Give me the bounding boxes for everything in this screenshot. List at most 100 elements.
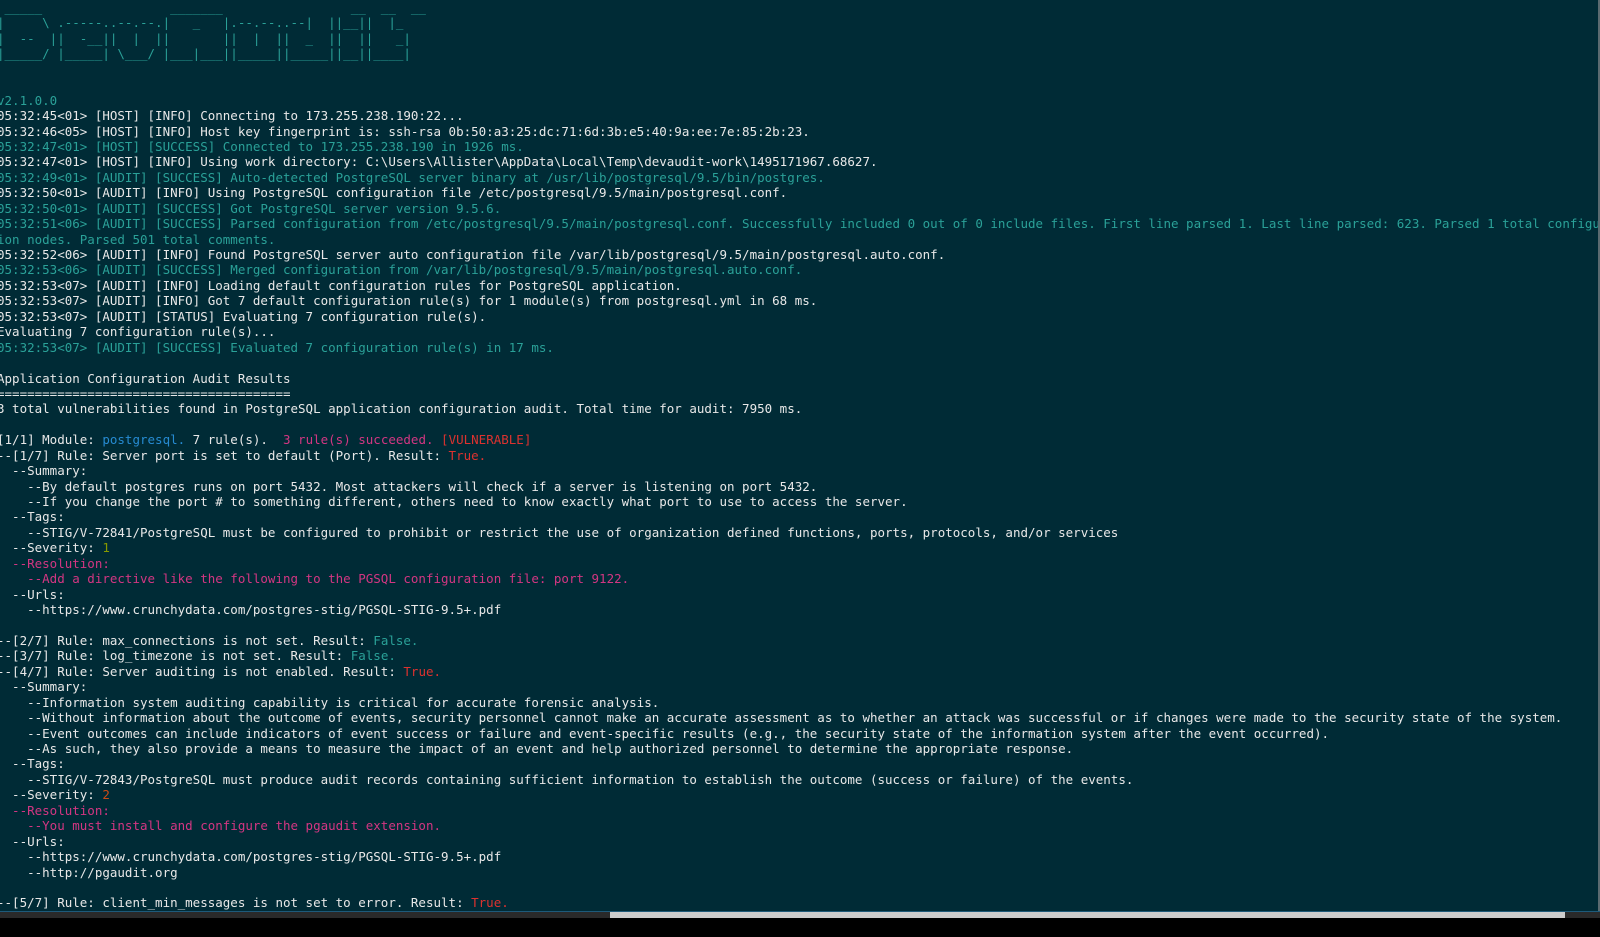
terminal-line: 05:32:51<06> [AUDIT] [SUCCESS] Parsed co… xyxy=(0,216,1598,231)
terminal-text: --Event outcomes can include indicators … xyxy=(0,725,1330,741)
terminal-text: --Tags: xyxy=(0,756,65,772)
terminal-line: --http://pgaudit.org xyxy=(0,865,1598,880)
terminal-text: [1/1] Module: xyxy=(0,432,103,448)
terminal-line: 05:32:52<06> [AUDIT] [INFO] Found Postgr… xyxy=(0,247,1598,262)
terminal-text: --[2/7] Rule: max_connections is not set… xyxy=(0,632,374,648)
terminal-text: _____ _______ __ __ __ xyxy=(0,0,426,15)
terminal-text: ion nodes. Parsed 501 total comments. xyxy=(0,231,276,247)
terminal-line: --Information system auditing capability… xyxy=(0,695,1598,710)
terminal-text: | -- || -__|| | || || | || _ || || _| xyxy=(0,30,411,46)
terminal-line: [1/1] Module: postgresql. 7 rule(s). 3 r… xyxy=(0,432,1598,447)
terminal-text: 05:32:53<07> [AUDIT] [INFO] Loading defa… xyxy=(0,277,682,293)
devaudit-logo-line: | -- || -__|| | || || | || _ || || _| xyxy=(0,31,1598,46)
terminal-line: --You must install and configure the pga… xyxy=(0,818,1598,833)
terminal-text: --[4/7] Rule: Server auditing is not ena… xyxy=(0,663,404,679)
terminal-text: False. xyxy=(373,632,419,648)
terminal-text: False. xyxy=(350,648,396,664)
terminal-text: --https://www.crunchydata.com/postgres-s… xyxy=(0,849,502,865)
terminal-text: --Severity: xyxy=(0,787,103,803)
terminal-text: --Severity: xyxy=(0,540,103,556)
terminal-text: [VULNERABLE] xyxy=(441,432,532,448)
terminal-text: 1 xyxy=(102,540,110,556)
terminal-line: v2.1.0.0 xyxy=(0,93,1598,108)
terminal-line: --[1/7] Rule: Server port is set to defa… xyxy=(0,448,1598,463)
terminal-line: --As such, they also provide a means to … xyxy=(0,741,1598,756)
terminal-line: 05:32:47<01> [HOST] [INFO] Using work di… xyxy=(0,154,1598,169)
terminal-line: --Summary: xyxy=(0,463,1598,478)
terminal-text: 05:32:49<01> [AUDIT] [SUCCESS] Auto-dete… xyxy=(0,169,825,185)
terminal-text: True. xyxy=(403,663,442,679)
terminal-line: --Tags: xyxy=(0,509,1598,524)
window-bottom xyxy=(0,918,1600,937)
terminal-text: True. xyxy=(471,895,509,911)
terminal-line: 05:32:53<07> [AUDIT] [STATUS] Evaluating… xyxy=(0,309,1598,324)
terminal-text: 05:32:45<01> [HOST] [INFO] Connecting to… xyxy=(0,108,464,124)
terminal-text: 3 rule(s) succeeded. xyxy=(283,432,434,448)
terminal-text: 05:32:53<07> [AUDIT] [SUCCESS] Evaluated… xyxy=(0,339,554,355)
terminal-text: 05:32:51<06> [AUDIT] [SUCCESS] Parsed co… xyxy=(0,216,1598,232)
terminal-text: --Summary: xyxy=(0,679,88,695)
terminal-text: --[3/7] Rule: log_timezone is not set. R… xyxy=(0,648,351,664)
terminal-line: 05:32:45<01> [HOST] [INFO] Connecting to… xyxy=(0,108,1598,123)
terminal-line: Application Configuration Audit Results xyxy=(0,371,1598,386)
terminal-line: --[3/7] Rule: log_timezone is not set. R… xyxy=(0,648,1598,663)
terminal-line: --Resolution: xyxy=(0,803,1598,818)
terminal-output[interactable]: _____ _______ __ __ __ | \ .-----..--.--.… xyxy=(0,0,1598,911)
terminal-line: --By default postgres runs on port 5432.… xyxy=(0,479,1598,494)
terminal-lines: _____ _______ __ __ __ | \ .-----..--.--.… xyxy=(0,0,1598,911)
terminal-line: --https://www.crunchydata.com/postgres-s… xyxy=(0,602,1598,617)
terminal-line: --[2/7] Rule: max_connections is not set… xyxy=(0,633,1598,648)
terminal-text: --Resolution: xyxy=(0,555,110,571)
terminal-line: 3 total vulnerabilities found in Postgre… xyxy=(0,401,1598,416)
terminal-text: ======================================= xyxy=(0,385,291,401)
terminal-line: 05:32:53<07> [AUDIT] [INFO] Got 7 defaul… xyxy=(0,293,1598,308)
terminal-line: --Without information about the outcome … xyxy=(0,710,1598,725)
terminal-line: 05:32:50<01> [AUDIT] [SUCCESS] Got Postg… xyxy=(0,201,1598,216)
terminal-line: --Urls: xyxy=(0,834,1598,849)
terminal-text: --Add a directive like the following to … xyxy=(0,571,630,587)
terminal-text: --If you change the port # to something … xyxy=(0,494,908,509)
terminal-line: --Resolution: xyxy=(0,556,1598,571)
terminal-text: --Urls: xyxy=(0,586,65,602)
terminal-line: ion nodes. Parsed 501 total comments. xyxy=(0,232,1598,247)
terminal-text: --[1/7] Rule: Server port is set to defa… xyxy=(0,447,449,463)
devaudit-logo-line: |_____/ |_____| \___/ |___|___||_____||_… xyxy=(0,46,1598,61)
terminal-line: --Add a directive like the following to … xyxy=(0,571,1598,586)
terminal-line: --STIG/V-72843/PostgreSQL must produce a… xyxy=(0,772,1598,787)
terminal-text: --Urls: xyxy=(0,833,65,849)
terminal-text: 05:32:46<05> [HOST] [INFO] Host key fing… xyxy=(0,123,810,139)
terminal-text: Application Configuration Audit Results xyxy=(0,370,291,386)
terminal-text: 7 rule(s). xyxy=(185,432,283,448)
terminal-text: |_____/ |_____| \___/ |___|___||_____||_… xyxy=(0,46,411,62)
terminal-line: --Urls: xyxy=(0,587,1598,602)
terminal-line: --Severity: 1 xyxy=(0,540,1598,555)
terminal-text: --http://pgaudit.org xyxy=(0,864,178,880)
terminal-line: --Severity: 2 xyxy=(0,787,1598,802)
terminal-line: --Tags: xyxy=(0,756,1598,771)
terminal-text: 05:32:53<06> [AUDIT] [SUCCESS] Merged co… xyxy=(0,262,803,278)
terminal-line: 05:32:47<01> [HOST] [SUCCESS] Connected … xyxy=(0,139,1598,154)
terminal-line: --STIG/V-72841/PostgreSQL must be config… xyxy=(0,525,1598,540)
terminal-line: --[5/7] Rule: client_min_messages is not… xyxy=(0,895,1598,910)
terminal-text: --https://www.crunchydata.com/postgres-s… xyxy=(0,602,502,618)
horizontal-scrollbar[interactable] xyxy=(0,911,1600,918)
terminal-line: 05:32:53<07> [AUDIT] [INFO] Loading defa… xyxy=(0,278,1598,293)
terminal-text: --By default postgres runs on port 5432.… xyxy=(0,478,818,494)
terminal-text: True. xyxy=(448,447,487,463)
terminal-line: 05:32:49<01> [AUDIT] [SUCCESS] Auto-dete… xyxy=(0,170,1598,185)
terminal-text: --Summary: xyxy=(0,463,88,479)
terminal-text: 05:32:47<01> [HOST] [SUCCESS] Connected … xyxy=(0,138,524,154)
terminal-text: --STIG/V-72843/PostgreSQL must produce a… xyxy=(0,771,1134,787)
terminal-line: ======================================= xyxy=(0,386,1598,401)
devaudit-logo-line: | \ .-----..--.--.| _ |.--.--..--| ||__|… xyxy=(0,15,1598,30)
terminal-line: 05:32:50<01> [AUDIT] [INFO] Using Postgr… xyxy=(0,185,1598,200)
terminal-text: --You must install and configure the pga… xyxy=(0,818,442,834)
terminal-text: --[5/7] Rule: client_min_messages is not… xyxy=(0,895,472,911)
terminal-text: 05:32:53<07> [AUDIT] [STATUS] Evaluating… xyxy=(0,308,487,324)
terminal-text: --Tags: xyxy=(0,509,65,525)
